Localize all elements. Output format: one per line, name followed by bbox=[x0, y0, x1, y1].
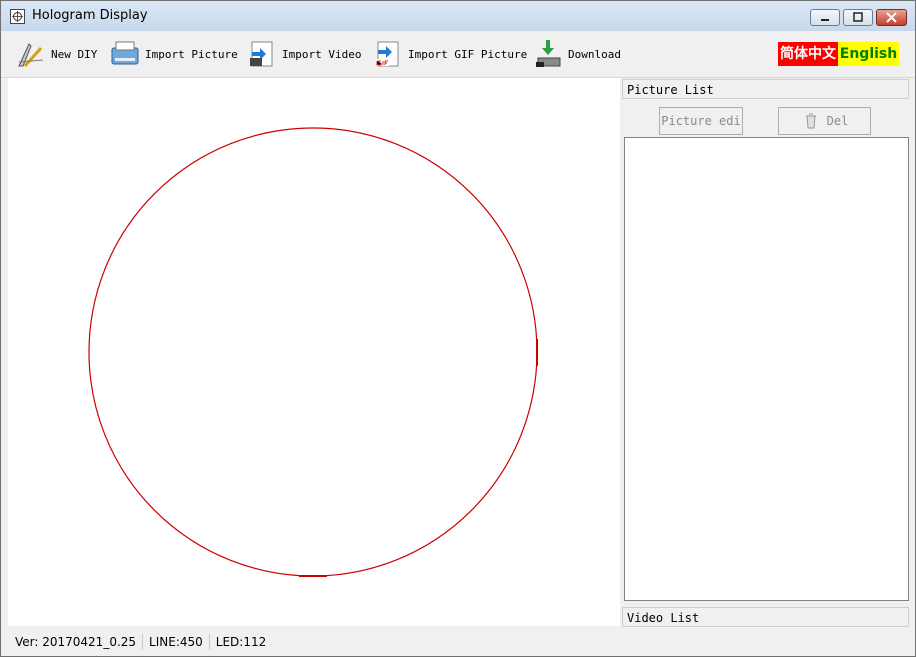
import-picture-label: Import Picture bbox=[145, 47, 238, 61]
preview-canvas[interactable] bbox=[8, 78, 620, 626]
picture-edit-label: Picture edi bbox=[661, 114, 741, 128]
recycle-icon bbox=[805, 113, 816, 129]
status-bar: Ver: 20170421_0.25 LINE:450 LED:112 bbox=[1, 628, 915, 656]
new-diy-label: New DIY bbox=[51, 47, 98, 61]
picture-list[interactable] bbox=[624, 137, 909, 601]
download-button[interactable]: Download bbox=[532, 35, 621, 73]
picture-list-header: Picture List bbox=[622, 79, 909, 99]
download-label: Download bbox=[568, 47, 621, 61]
import-video-button[interactable]: Import Video bbox=[246, 35, 361, 73]
import-video-icon bbox=[250, 41, 273, 67]
app-icon bbox=[10, 9, 25, 24]
window-title: Hologram Display bbox=[32, 8, 148, 23]
picture-edit-button[interactable]: Picture edi bbox=[659, 107, 743, 135]
import-gif-label: Import GIF Picture bbox=[408, 47, 528, 61]
import-gif-icon bbox=[376, 41, 399, 67]
title-bar[interactable]: Hologram Display bbox=[1, 1, 915, 31]
hologram-preview bbox=[88, 127, 538, 577]
minimize-icon bbox=[821, 19, 829, 21]
maximize-icon bbox=[853, 12, 863, 22]
import-gif-button[interactable]: Import GIF Picture bbox=[372, 35, 527, 73]
version-status: Ver: 20170421_0.25 bbox=[1, 634, 144, 650]
led-status: LED:112 bbox=[215, 635, 267, 649]
new-diy-button[interactable]: New DIY bbox=[15, 35, 97, 73]
delete-button[interactable]: Del bbox=[778, 107, 871, 135]
video-list-header: Video List bbox=[622, 607, 909, 627]
language-english-button[interactable]: English bbox=[838, 42, 899, 66]
close-icon bbox=[886, 12, 897, 23]
download-icon bbox=[536, 40, 561, 67]
close-button[interactable] bbox=[876, 9, 907, 26]
minimize-button[interactable] bbox=[810, 9, 840, 26]
right-panel: Picture List Picture edi Del Video List bbox=[622, 78, 911, 627]
import-video-label: Import Video bbox=[282, 47, 362, 61]
import-picture-button[interactable]: Import Picture bbox=[109, 35, 238, 73]
app-window: Hologram Display New DIY Import Picture … bbox=[0, 0, 916, 657]
toolbar: New DIY Import Picture Import Video Impo… bbox=[1, 31, 915, 78]
import-picture-icon bbox=[111, 41, 139, 65]
delete-label: Del bbox=[826, 114, 849, 128]
language-chinese-button[interactable]: 简体中文 bbox=[778, 42, 838, 66]
new-diy-icon bbox=[18, 43, 44, 67]
line-status: LINE:450 bbox=[143, 634, 210, 650]
hologram-circle bbox=[88, 127, 538, 577]
maximize-button[interactable] bbox=[843, 9, 873, 26]
